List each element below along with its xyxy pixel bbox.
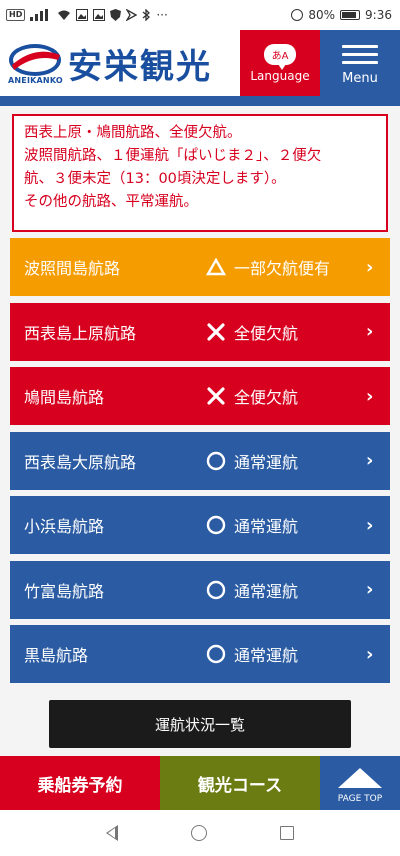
language-label: Language [250,68,310,83]
route-item-kuroshima[interactable]: 黒島航路 通常運航 › [10,625,390,683]
route-status: 全便欠航 [234,388,299,407]
route-status: 通常運航 [234,452,299,472]
notice-line: その他の航路、平常運航。 [24,194,198,210]
language-bubble-icon: あA [263,43,297,70]
shield-icon [110,9,122,21]
notice-line: 西表上原・鳩間航路、全便欠航。 [24,125,242,141]
route-status: 一部欠航便有 [234,259,331,278]
circle-icon [204,642,228,666]
site-header: ANEIKANKO 安栄観光 あA Language Menu [0,30,400,96]
operation-list-button[interactable]: 運航状況一覧 [49,700,351,748]
hd-badge: HD [6,9,26,21]
home-icon[interactable] [190,825,207,841]
signal-icon [30,9,49,21]
route-item-iriomote-ohara[interactable]: 西表島大原航路 通常運航 › [10,431,390,490]
alarm-icon [291,9,304,21]
page-top-button[interactable]: PAGE TOP [320,756,400,810]
arrow-up-icon [338,768,382,788]
notice-line: 航、３便未定（13：00頃決定します）。 [24,171,286,187]
route-name: 波照間島航路 [24,259,121,278]
route-item-hateruma[interactable]: 波照間島航路 一部欠航便有 › [10,238,390,296]
status-left: HD ··· [6,8,168,22]
logo-romaji: ANEIKANKO [8,76,63,85]
route-status: 通常運航 [234,646,299,665]
image-icon [76,9,89,21]
circle-icon [204,513,228,537]
route-status: 通常運航 [234,581,299,601]
route-name: 小浜島航路 [24,517,105,536]
route-status: 全便欠航 [234,323,299,343]
chevron-right-icon: › [366,321,374,342]
route-name: 黒島航路 [24,646,89,665]
route-list: 波照間島航路 一部欠航便有 › 西表島上原航路 全便欠航 › 鳩間島航路 全便欠… [10,238,390,683]
route-item-iriomote-uehara[interactable]: 西表島上原航路 全便欠航 › [10,302,390,361]
logo-emblem-icon [9,44,61,76]
more-notifications: ··· [156,8,168,22]
logo-text: 安栄観光 [68,46,212,87]
route-name: 西表島上原航路 [24,323,137,343]
route-item-kohama[interactable]: 小浜島航路 通常運航 › [10,496,390,554]
language-button[interactable]: あA Language [240,30,320,96]
chevron-right-icon: › [366,450,374,471]
bluetooth-icon [142,9,151,21]
battery-percent: 80% [308,8,336,22]
notice-line: 波照間航路、１便運航「ぱいじま２」、２便欠 [24,148,322,164]
recent-apps-icon[interactable] [279,826,294,840]
menu-label: Menu [342,71,378,86]
hamburger-icon [342,40,378,69]
route-name: 西表島大原航路 [24,452,137,472]
footer-bar: 乗船券予約 観光コース PAGE TOP [0,756,400,810]
chevron-right-icon: › [366,579,374,600]
circle-icon [204,449,228,473]
route-name: 竹富島航路 [24,581,105,601]
status-right: 80% 9:36 [291,8,392,22]
site-logo[interactable]: ANEIKANKO 安栄観光 [0,30,240,96]
battery-icon [340,10,361,20]
wifi-icon [58,10,71,20]
operation-notice: 西表上原・鳩間航路、全便欠航。 波照間航路、１便運航「ぱいじま２」、２便欠 航、… [12,114,388,232]
triangle-icon [204,255,228,279]
page-top-label: PAGE TOP [337,794,383,804]
main-content: 西表上原・鳩間航路、全便欠航。 波照間航路、１便運航「ぱいじま２」、２便欠 航、… [0,106,400,756]
ticket-reservation-button[interactable]: 乗船券予約 [0,756,160,810]
route-status: 通常運航 [234,517,299,536]
cross-icon [204,384,228,408]
route-item-hatoma[interactable]: 鳩間島航路 全便欠航 › [10,367,390,425]
chevron-right-icon: › [366,514,374,536]
back-icon[interactable] [106,825,119,841]
system-nav-bar [0,810,400,856]
route-item-taketomi[interactable]: 竹富島航路 通常運航 › [10,560,390,619]
image-icon-2 [93,9,106,21]
cross-icon [204,320,228,344]
chevron-right-icon: › [366,385,374,407]
tour-course-button[interactable]: 観光コース [160,756,320,810]
chevron-right-icon: › [366,643,374,665]
chevron-right-icon: › [366,256,374,278]
menu-button[interactable]: Menu [320,30,400,96]
circle-icon [204,578,228,602]
nav-arrow-icon [126,9,138,21]
route-name: 鳩間島航路 [24,388,105,407]
status-bar: HD ··· 80% 9:36 [0,0,400,30]
clock: 9:36 [365,8,392,22]
header-divider [0,96,400,106]
logo-mark: ANEIKANKO [8,43,63,85]
